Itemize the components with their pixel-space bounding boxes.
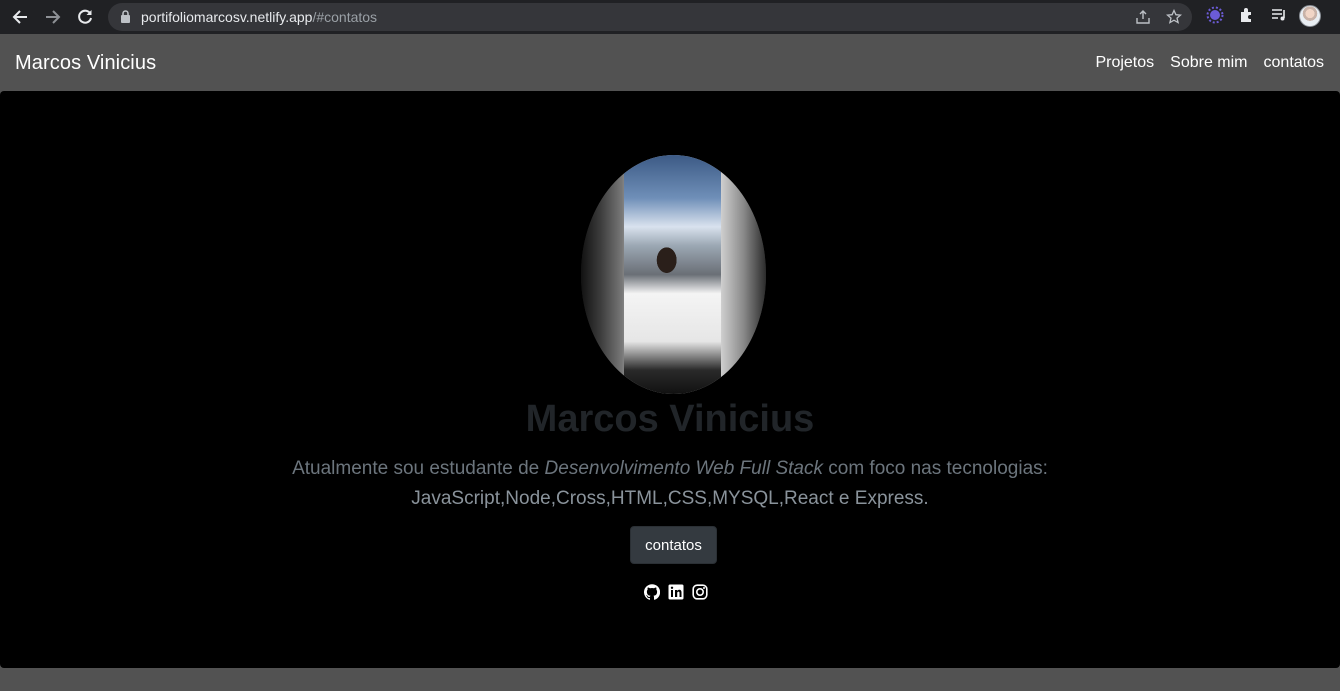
profile-avatar[interactable]: [1299, 5, 1321, 27]
contatos-button[interactable]: contatos: [630, 526, 717, 564]
reload-icon[interactable]: [74, 6, 96, 28]
hero-section: Marcos Vinicius Atualmente sou estudante…: [0, 91, 1340, 668]
share-icon[interactable]: [1135, 9, 1151, 30]
profile-photo: [581, 155, 766, 394]
instagram-icon[interactable]: [692, 584, 708, 600]
nav-link-projetos[interactable]: Projetos: [1095, 54, 1154, 72]
address-bar[interactable]: portifoliomarcosv.netlify.app/#contatos: [108, 3, 1192, 31]
linkedin-icon[interactable]: [668, 584, 684, 600]
nav-link-contatos[interactable]: contatos: [1264, 54, 1324, 72]
hero-tech-list: JavaScript,Node,Cross,HTML,CSS,MYSQL,Rea…: [411, 488, 929, 509]
forward-arrow-icon[interactable]: [42, 6, 64, 28]
url-text: portifoliomarcosv.netlify.app/#contatos: [141, 9, 378, 25]
navbar-brand[interactable]: Marcos Vinicius: [15, 52, 156, 75]
lock-icon: [120, 10, 131, 28]
github-icon[interactable]: [644, 584, 660, 600]
back-arrow-icon[interactable]: [9, 6, 31, 28]
hero-title: Marcos Vinicius: [525, 398, 815, 440]
hero-bio: Atualmente sou estudante de Desenvolvime…: [0, 454, 1340, 514]
nav-link-sobre-mim[interactable]: Sobre mim: [1170, 54, 1247, 72]
browser-toolbar: portifoliomarcosv.netlify.app/#contatos: [0, 0, 1340, 34]
nav-links: Projetos Sobre mim contatos: [1095, 54, 1324, 72]
social-links: [644, 584, 708, 600]
site-navbar: Marcos Vinicius Projetos Sobre mim conta…: [0, 34, 1340, 91]
bookmark-star-icon[interactable]: [1165, 8, 1183, 30]
media-queue-icon[interactable]: [1270, 6, 1288, 29]
extension-gear-icon[interactable]: [1206, 6, 1224, 29]
extensions-puzzle-icon[interactable]: [1238, 6, 1256, 29]
